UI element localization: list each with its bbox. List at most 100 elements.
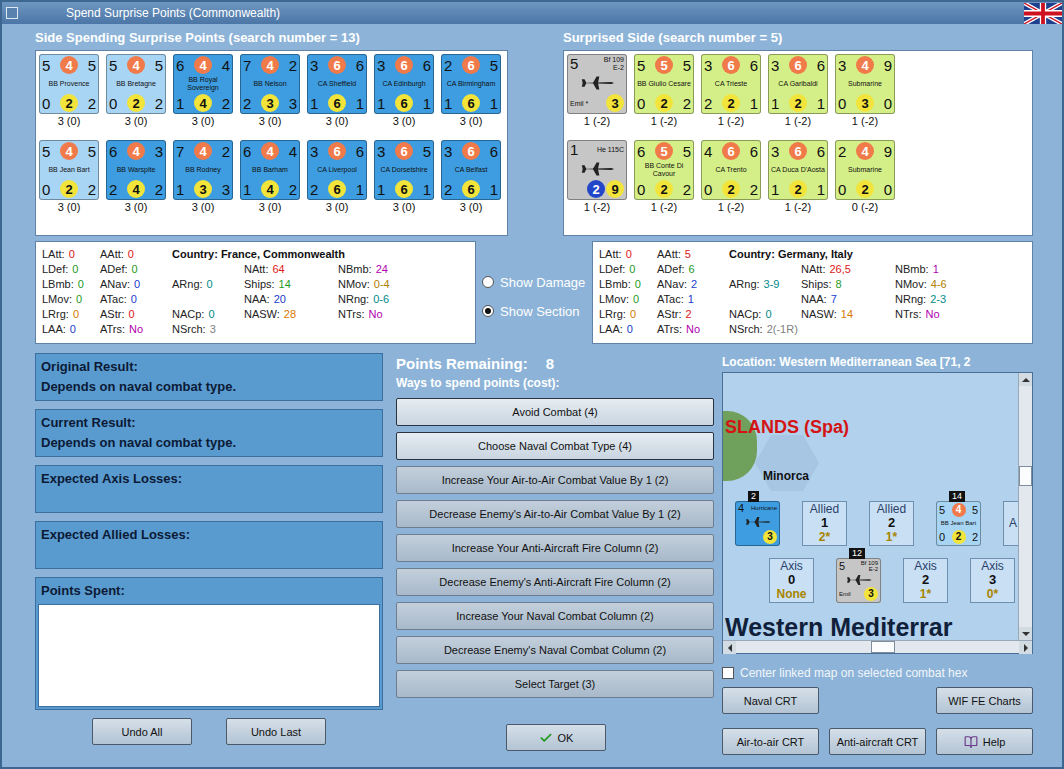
plane-icon <box>579 161 616 177</box>
help-button[interactable]: Help <box>936 728 1033 755</box>
unit-slot[interactable]: 249Submarine0200 (-2) <box>835 140 895 214</box>
action-button[interactable]: Decrease Enemy's Air-to-Air Combat Value… <box>396 500 714 528</box>
counter-badge: 6 <box>462 94 480 112</box>
ship-counter[interactable]: 742BB Rodney133 <box>173 140 233 200</box>
unit-slot[interactable]: 742BB Nelson2333 (0) <box>240 54 300 128</box>
counter-name: BB Nelson <box>243 80 297 88</box>
unit-slot[interactable]: 644BB Royal Sovereign1423 (0) <box>173 54 233 128</box>
action-button[interactable]: Increase Your Anti-Aircraft Fire Column … <box>396 534 714 562</box>
ship-counter[interactable]: 545BB Bretagne022 <box>106 54 166 114</box>
unit-slot[interactable]: 545BB Provence0223 (0) <box>39 54 99 128</box>
unit-slot[interactable]: 366CA Edinburgh1613 (0) <box>374 54 434 128</box>
chart-button[interactable]: Naval CRT <box>722 687 819 714</box>
island-label: Minorca <box>763 469 809 483</box>
ok-button[interactable]: OK <box>506 724 606 751</box>
unit-slot[interactable]: 349Submarine0301 (-2) <box>835 54 895 128</box>
unit-slot[interactable]: 555BB Giulio Cesare0221 (-2) <box>634 54 694 128</box>
unit-slot[interactable]: 366CA Trieste2211 (-2) <box>701 54 761 128</box>
undo-button[interactable]: Undo All <box>92 718 192 745</box>
ship-counter[interactable]: 365CA Dorsetshire161 <box>374 140 434 200</box>
unit-slot[interactable]: 466CA Trento0221 (-2) <box>701 140 761 214</box>
map-box[interactable]: Axis21* <box>903 558 948 603</box>
ship-counter[interactable]: 349Submarine030 <box>835 54 895 114</box>
map-stack[interactable]: 14545BB Jean Bart022 <box>936 501 981 546</box>
counter-value: 2 <box>310 182 318 197</box>
action-button[interactable]: Increase Your Naval Combat Column (2) <box>396 602 714 630</box>
unit-slot[interactable]: 1He 115C 291 (-2) <box>567 140 627 214</box>
unit-slot[interactable]: 545BB Jean Bart0223 (0) <box>39 140 99 214</box>
scroll-right-icon[interactable] <box>1019 641 1032 654</box>
ship-counter[interactable]: 366CA Edinburgh161 <box>374 54 434 114</box>
center-map-checkbox[interactable]: Center linked map on selected combat hex <box>722 666 1033 680</box>
map-box[interactable]: Axis0None <box>769 558 814 603</box>
unit-slot[interactable]: 366CA Belfast2613 (0) <box>441 140 501 214</box>
map-box[interactable]: Axis30* <box>970 558 1015 603</box>
unit-footer: 3 (0) <box>125 115 148 128</box>
unit-slot[interactable]: 265CA Birmingham1613 (0) <box>441 54 501 128</box>
view-radio[interactable]: Show Damage <box>482 275 592 290</box>
unit-slot[interactable]: 366CA Liverpool2613 (0) <box>307 140 367 214</box>
unit-slot[interactable]: 655BB Conte Di Cavour0221 (-2) <box>634 140 694 214</box>
ship-counter[interactable]: 366CA Sheffield161 <box>307 54 367 114</box>
ship-counter[interactable]: 366CA Trieste221 <box>701 54 761 114</box>
ship-counter[interactable]: 366CA Garibaldi121 <box>768 54 828 114</box>
scroll-left-icon[interactable] <box>723 641 736 654</box>
ship-counter[interactable]: 655BB Conte Di Cavour022 <box>634 140 694 200</box>
unit-slot[interactable]: 742BB Rodney1333 (0) <box>173 140 233 214</box>
action-button[interactable]: Decrease Enemy's Anti-Aircraft Fire Colu… <box>396 568 714 596</box>
ship-counter[interactable]: 366CA Liverpool261 <box>307 140 367 200</box>
ship-counter[interactable]: 466CA Trento022 <box>701 140 761 200</box>
ship-counter[interactable]: 249Submarine020 <box>835 140 895 200</box>
map-stack[interactable]: 24Hurricane 3 <box>735 501 780 546</box>
ship-counter[interactable]: 644BB Barham142 <box>240 140 300 200</box>
plane-counter[interactable]: 1He 115C 29 <box>567 140 627 200</box>
ship-counter[interactable]: 545BB Jean Bart022 <box>936 501 981 546</box>
vertical-scrollbar[interactable] <box>1018 373 1032 640</box>
unit-slot[interactable]: 643BB Warspite2423 (0) <box>106 140 166 214</box>
chart-button[interactable]: Anti-aircraft CRT <box>829 728 926 755</box>
unit-slot[interactable]: 545BB Bretagne0223 (0) <box>106 54 166 128</box>
ship-counter[interactable]: 545BB Provence022 <box>39 54 99 114</box>
horizontal-scrollbar[interactable] <box>723 640 1032 653</box>
unit-slot[interactable]: 366CA Garibaldi1211 (-2) <box>768 54 828 128</box>
chart-button[interactable]: Air-to-air CRT <box>722 728 819 755</box>
ship-counter[interactable]: 643BB Warspite242 <box>106 140 166 200</box>
map-box[interactable]: A <box>1003 501 1018 546</box>
scroll-thumb[interactable] <box>1019 466 1032 486</box>
map-box[interactable]: Allied21* <box>869 501 914 546</box>
map-box[interactable]: Allied12* <box>802 501 847 546</box>
plane-counter[interactable]: 4Hurricane 3 <box>735 501 780 546</box>
radio-dot[interactable] <box>482 305 494 317</box>
chart-button[interactable]: WIF FE Charts <box>936 687 1033 714</box>
undo-button[interactable]: Undo Last <box>226 718 326 745</box>
ship-counter[interactable]: 265CA Birmingham161 <box>441 54 501 114</box>
radio-dot[interactable] <box>482 276 494 288</box>
view-radio[interactable]: Show Section <box>482 304 592 319</box>
scroll-down-icon[interactable] <box>1019 627 1032 640</box>
map-view[interactable]: SLANDS (Spa)Minorca24Hurricane 3Allied12… <box>723 373 1018 640</box>
unit-slot[interactable]: 366CA Duca D'Aosta1211 (-2) <box>768 140 828 214</box>
ship-counter[interactable]: 545BB Jean Bart022 <box>39 140 99 200</box>
checkbox[interactable] <box>722 667 734 679</box>
action-button[interactable]: Increase Your Air-to-Air Combat Value By… <box>396 466 714 494</box>
action-button[interactable]: Decrease Enemy's Naval Combat Column (2) <box>396 636 714 664</box>
ship-counter[interactable]: 366CA Belfast261 <box>441 140 501 200</box>
ship-counter[interactable]: 742BB Nelson233 <box>240 54 300 114</box>
action-button[interactable]: Avoid Combat (4) <box>396 398 714 426</box>
map-stack[interactable]: 125Bf 109E-2Emil 3 <box>836 558 881 603</box>
action-button[interactable]: Select Target (3) <box>396 670 714 698</box>
unit-slot[interactable]: 5Bf 109E-2Emil *31 (-2) <box>567 54 627 128</box>
action-button[interactable]: Choose Naval Combat Type (4) <box>396 432 714 460</box>
unit-slot[interactable]: 366CA Sheffield1613 (0) <box>307 54 367 128</box>
scroll-up-icon[interactable] <box>1019 373 1032 386</box>
scroll-thumb[interactable] <box>871 641 895 653</box>
unit-slot[interactable]: 365CA Dorsetshire1613 (0) <box>374 140 434 214</box>
stat-cell: NSrch:2(-1R) <box>729 323 801 335</box>
unit-slot[interactable]: 644BB Barham1423 (0) <box>240 140 300 214</box>
ship-counter[interactable]: 366CA Duca D'Aosta121 <box>768 140 828 200</box>
plane-counter[interactable]: 5Bf 109E-2Emil 3 <box>836 558 881 603</box>
action-list: Avoid Combat (4) Choose Naval Combat Type… <box>396 398 716 698</box>
ship-counter[interactable]: 644BB Royal Sovereign142 <box>173 54 233 114</box>
plane-counter[interactable]: 5Bf 109E-2Emil *3 <box>567 54 627 114</box>
ship-counter[interactable]: 555BB Giulio Cesare022 <box>634 54 694 114</box>
